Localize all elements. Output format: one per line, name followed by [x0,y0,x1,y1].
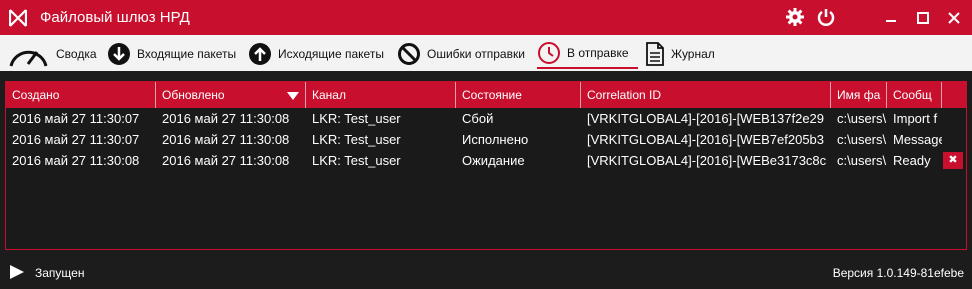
cell-correlation-id: [VRKITGLOBAL4]-[2016]-[WEBe3173c8c [587,153,827,168]
cell-channel: LKR: Test_user [312,153,401,168]
cell-created: 2016 май 27 11:30:08 [12,153,140,168]
tab-summary[interactable]: Сводка [7,39,97,69]
tab-sending[interactable]: В отправке [537,39,638,69]
cell-updated: 2016 май 27 11:30:08 [162,111,290,126]
arrow-down-circle-icon [108,43,130,65]
cell-created: 2016 май 27 11:30:07 [12,132,140,147]
column-header-updated[interactable]: Обновлено [156,82,306,108]
play-icon[interactable] [9,264,25,280]
tab-summary-label: Сводка [56,47,97,61]
window-title: Файловый шлюз НРД [40,9,190,26]
title-bar: Файловый шлюз НРД [0,0,972,35]
gauge-icon [9,50,48,67]
cell-created: 2016 май 27 11:30:07 [12,111,140,126]
arrow-up-circle-icon [249,43,271,65]
app-logo-icon [9,9,27,27]
column-header-message[interactable]: Сообщ [887,82,942,108]
clock-icon [538,42,560,64]
table-row[interactable]: 2016 май 27 11:30:07 2016 май 27 11:30:0… [6,129,966,150]
status-bar: Запущен Версия 1.0.149-81efebe [0,256,972,289]
cell-state: Ожидание [462,153,525,168]
column-header-file-name[interactable]: Имя фа [831,82,887,108]
cell-channel: LKR: Test_user [312,132,401,147]
power-icon[interactable] [816,7,836,27]
tab-incoming-label: Входящие пакеты [137,47,237,61]
tab-send-errors[interactable]: Ошибки отправки [397,39,525,69]
cell-updated: 2016 май 27 11:30:08 [162,153,290,168]
blocked-circle-icon [398,43,420,65]
document-icon [646,42,664,66]
cell-channel: LKR: Test_user [312,111,401,126]
service-status: Запущен [35,266,85,280]
version-label: Версия 1.0.149-81efebe [832,266,964,280]
cell-correlation-id: [VRKITGLOBAL4]-[2016]-[WEB7ef205b3 [587,132,825,147]
sort-descending-icon [287,92,299,100]
cell-message: Ready [893,153,931,168]
cell-message: Message [893,132,942,147]
column-header-created[interactable]: Создано [6,82,156,108]
gear-icon[interactable] [785,7,805,27]
cell-correlation-id: [VRKITGLOBAL4]-[2016]-[WEB137f2e29 [587,111,825,126]
column-header-state[interactable]: Состояние [456,82,581,108]
column-header-channel[interactable]: Канал [306,82,456,108]
tab-outgoing-label: Исходящие пакеты [278,47,384,61]
table-row[interactable]: 2016 май 27 11:30:08 2016 май 27 11:30:0… [6,150,966,171]
toolbar: Сводка Входящие пакеты Исходящие пакеты … [0,35,972,71]
tab-incoming[interactable]: Входящие пакеты [107,39,236,69]
delete-icon[interactable]: ✖ [943,152,963,169]
tab-outgoing[interactable]: Исходящие пакеты [248,39,384,69]
maximize-icon[interactable] [912,7,934,29]
tab-send-errors-label: Ошибки отправки [427,47,525,61]
cell-state: Сбой [462,111,494,126]
packets-table: Создано Обновлено Канал Состояние Correl… [5,81,967,250]
tab-journal[interactable]: Журнал [645,39,715,69]
tab-sending-label: В отправке [567,46,629,60]
cell-message: Import f [893,111,938,126]
cell-file-name: c:\users\ [837,132,887,147]
cell-file-name: c:\users\ [837,111,887,126]
column-header-updated-label: Обновлено [162,88,225,102]
column-header-correlation-id[interactable]: Correlation ID [581,82,831,108]
tab-journal-label: Журнал [671,47,715,61]
cell-state: Исполнено [462,132,529,147]
table-header: Создано Обновлено Канал Состояние Correl… [6,82,966,108]
table-row[interactable]: 2016 май 27 11:30:07 2016 май 27 11:30:0… [6,108,966,129]
cell-updated: 2016 май 27 11:30:08 [162,132,290,147]
cell-file-name: c:\users\ [837,153,887,168]
close-icon[interactable] [943,7,965,29]
minimize-icon[interactable] [880,7,902,29]
